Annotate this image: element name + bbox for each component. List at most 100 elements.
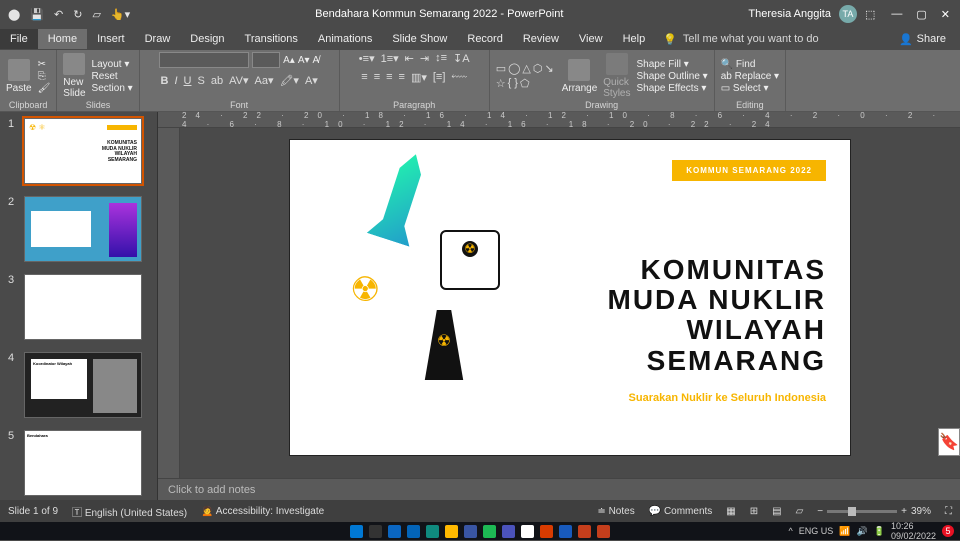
tell-me-search[interactable]: 💡 Tell me what you want to do <box>663 33 818 46</box>
align-text-button[interactable]: [≡] <box>433 71 446 84</box>
spotify-icon[interactable] <box>483 525 496 538</box>
numbering-button[interactable]: 1≡▾ <box>381 52 399 65</box>
replace-button[interactable]: ab Replace ▾ <box>721 71 779 82</box>
indent-dec-button[interactable]: ⇤ <box>405 52 414 65</box>
clock[interactable]: 10:2609/02/2022 <box>891 521 936 541</box>
redo-icon[interactable]: ↻ <box>73 8 82 21</box>
cooling-tower-icon[interactable] <box>420 310 468 380</box>
thumbnail-1[interactable]: 1☢ ⚛KOMUNITAS MUDA NUKLIR WILAYAH SEMARA… <box>0 112 157 190</box>
tab-design[interactable]: Design <box>180 29 234 49</box>
slideshow-icon[interactable]: ▱ <box>92 8 100 21</box>
tab-slideshow[interactable]: Slide Show <box>382 29 457 49</box>
align-left-button[interactable]: ≡ <box>361 71 367 84</box>
align-right-button[interactable]: ≡ <box>386 71 392 84</box>
align-center-button[interactable]: ≡ <box>374 71 380 84</box>
new-slide-button[interactable]: New Slide <box>63 53 85 99</box>
columns-button[interactable]: ▥▾ <box>411 71 427 84</box>
fit-to-window-button[interactable]: ⛶ <box>945 506 952 517</box>
powerpoint-icon[interactable] <box>597 525 610 538</box>
tab-help[interactable]: Help <box>613 29 656 49</box>
thumbnail-3[interactable]: 3 <box>0 268 157 346</box>
spacing-button[interactable]: AV▾ <box>229 74 248 87</box>
font-size-combo[interactable] <box>252 52 280 68</box>
tab-review[interactable]: Review <box>513 29 569 49</box>
shape-outline-button[interactable]: Shape Outline ▾ <box>637 71 708 82</box>
task-view-icon[interactable] <box>388 525 401 538</box>
minimize-button[interactable]: — <box>891 8 902 21</box>
bold-button[interactable]: B <box>161 75 169 87</box>
search-icon[interactable] <box>369 525 382 538</box>
shadow-button[interactable]: ab <box>211 75 223 87</box>
zoom-in-button[interactable]: + <box>901 506 907 517</box>
text-direction-button[interactable]: ↧A <box>453 52 470 65</box>
tab-transitions[interactable]: Transitions <box>235 29 308 49</box>
language-indicator[interactable]: 🅃 English (United States) <box>72 504 187 519</box>
section-button[interactable]: Section ▾ <box>92 83 133 94</box>
tab-record[interactable]: Record <box>457 29 512 49</box>
mail-icon[interactable] <box>407 525 420 538</box>
slide-title[interactable]: KOMUNITAS MUDA NUKLIR WILAYAH SEMARANG <box>608 255 827 376</box>
bookmark-tab[interactable]: 🔖 <box>938 428 960 456</box>
arrange-button[interactable]: Arrange <box>562 59 598 94</box>
shape-effects-button[interactable]: Shape Effects ▾ <box>637 83 708 94</box>
grow-font-button[interactable]: A▴ <box>283 55 295 66</box>
thumbnail-4[interactable]: 4Koordinator Wilayah <box>0 346 157 424</box>
volume-icon[interactable]: 🔊 <box>857 526 868 537</box>
tray-chevron-icon[interactable]: ^ <box>789 526 793 536</box>
shapes-gallery[interactable]: ▭◯△⬡↘☆{ }⬠ <box>496 62 556 90</box>
smartart-button[interactable]: ⬳ <box>451 71 467 84</box>
highlight-button[interactable]: 🖍▾ <box>279 74 299 87</box>
wifi-icon[interactable]: 📶 <box>839 526 850 537</box>
zoom-control[interactable]: − + 39% <box>817 506 931 517</box>
sorter-view-button[interactable]: ⊞ <box>750 506 758 517</box>
tab-view[interactable]: View <box>569 29 613 49</box>
autosave-toggle[interactable]: ⬤ <box>8 8 20 21</box>
notes-pane[interactable]: Click to add notes <box>158 478 960 500</box>
format-painter-button[interactable]: 🖌 <box>38 83 51 94</box>
jupyter-icon[interactable] <box>578 525 591 538</box>
tab-file[interactable]: File <box>0 29 38 49</box>
notes-toggle[interactable]: ≐ Notes <box>597 506 634 517</box>
undo-icon[interactable]: ↶ <box>54 8 63 21</box>
copy-button[interactable]: ⎘ <box>38 71 51 82</box>
save-icon[interactable]: 💾 <box>30 8 44 21</box>
font-family-combo[interactable] <box>159 52 249 68</box>
indent-inc-button[interactable]: ⇥ <box>420 52 429 65</box>
avatar[interactable]: TA <box>839 5 857 23</box>
microscope-icon[interactable] <box>445 140 535 210</box>
app-icon[interactable] <box>464 525 477 538</box>
maximize-button[interactable]: ▢ <box>916 8 926 21</box>
zoom-level[interactable]: 39% <box>911 506 931 517</box>
chrome-icon[interactable] <box>521 525 534 538</box>
slide-subtitle[interactable]: Suarakan Nuklir ke Seluruh Indonesia <box>629 392 826 404</box>
ribbon-display-icon[interactable]: ⬚ <box>865 8 875 21</box>
layout-button[interactable]: Layout ▾ <box>92 59 133 70</box>
tab-animations[interactable]: Animations <box>308 29 382 49</box>
reading-view-button[interactable]: ▤ <box>772 506 781 517</box>
circuit-icon[interactable] <box>440 230 500 290</box>
tab-insert[interactable]: Insert <box>87 29 135 49</box>
case-button[interactable]: Aa▾ <box>254 74 273 87</box>
shrink-font-button[interactable]: A▾ <box>298 55 310 66</box>
thumbnail-2[interactable]: 2 <box>0 190 157 268</box>
slide-stage[interactable]: KOMMUN SEMARANG 2022 KOMUNITAS MUDA NUKL… <box>180 128 960 478</box>
teams-icon[interactable] <box>502 525 515 538</box>
notification-badge[interactable]: 5 <box>942 525 954 537</box>
italic-button[interactable]: I <box>174 75 177 87</box>
accessibility-check[interactable]: 🙍 Accessibility: Investigate <box>201 506 324 517</box>
justify-button[interactable]: ≡ <box>399 71 405 84</box>
font-color-button[interactable]: A▾ <box>305 74 318 87</box>
normal-view-button[interactable]: ▦ <box>726 506 735 517</box>
battery-icon[interactable]: 🔋 <box>874 526 885 537</box>
slide-counter[interactable]: Slide 1 of 9 <box>8 506 58 517</box>
slideshow-view-button[interactable]: ▱ <box>796 506 804 517</box>
rocket-icon[interactable] <box>361 146 442 249</box>
language-tray[interactable]: ENG US <box>799 526 834 536</box>
radiation-icon[interactable]: ☢ <box>350 270 380 310</box>
shape-fill-button[interactable]: Shape Fill ▾ <box>637 59 708 70</box>
touchmode-icon[interactable]: 👆▾ <box>111 8 130 21</box>
bullets-button[interactable]: •≡▾ <box>359 52 375 65</box>
reset-button[interactable]: Reset <box>92 71 133 82</box>
matlab-icon[interactable] <box>540 525 553 538</box>
line-spacing-button[interactable]: ↕≡ <box>435 52 447 65</box>
